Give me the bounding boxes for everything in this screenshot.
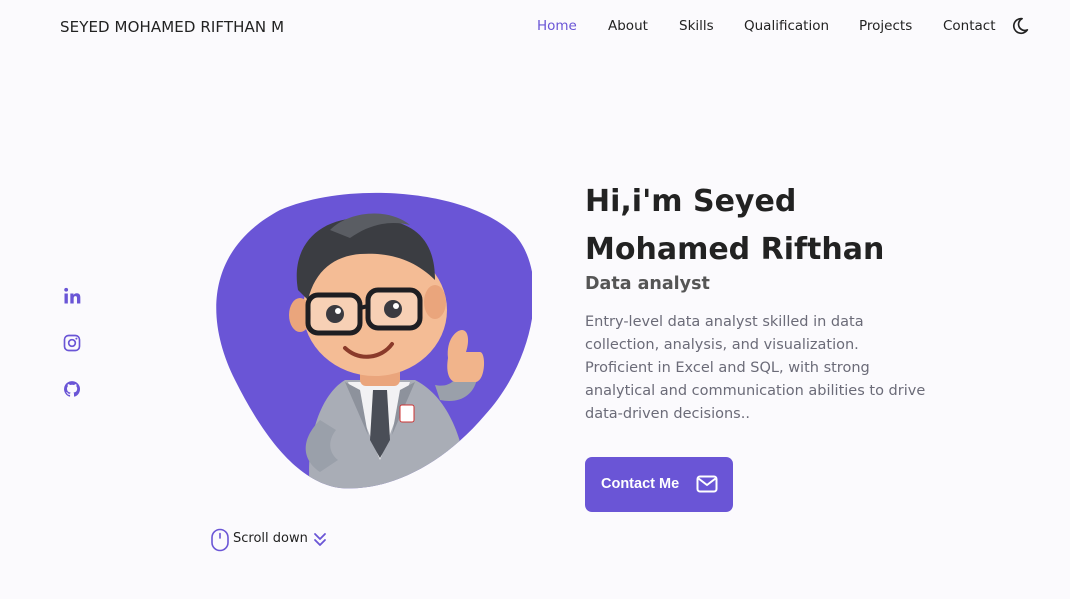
hero-image (210, 190, 532, 490)
instagram-icon[interactable] (62, 333, 82, 353)
nav-about[interactable]: About (608, 18, 648, 34)
hero-subtitle: Data analyst (585, 274, 710, 294)
double-chevron-down-icon (314, 533, 326, 546)
contact-me-button[interactable]: Contact Me (585, 457, 733, 512)
hero-description: Entry-level data analyst skilled in data… (585, 314, 926, 422)
main-nav: Home About Skills Qualification Projects… (0, 18, 1070, 38)
avatar (216, 192, 532, 489)
site-header: SEYED MOHAMED RIFTHAN M Home About Skill… (0, 0, 1070, 54)
nav-contact[interactable]: Contact (943, 18, 996, 34)
contact-me-label: Contact Me (601, 476, 680, 492)
mouse-icon (211, 528, 229, 552)
moon-icon[interactable] (1010, 16, 1030, 36)
mail-icon (696, 475, 718, 493)
linkedin-icon[interactable] (62, 286, 82, 306)
hero-title: Hi,i'm Seyed Mohamed Rifthan (585, 184, 885, 267)
nav-skills[interactable]: Skills (679, 18, 714, 34)
scroll-down-label: Scroll down (233, 531, 308, 546)
nav-projects[interactable]: Projects (859, 18, 912, 34)
nav-qualification[interactable]: Qualification (744, 18, 829, 34)
nav-home[interactable]: Home (537, 18, 577, 34)
github-icon[interactable] (62, 379, 82, 399)
